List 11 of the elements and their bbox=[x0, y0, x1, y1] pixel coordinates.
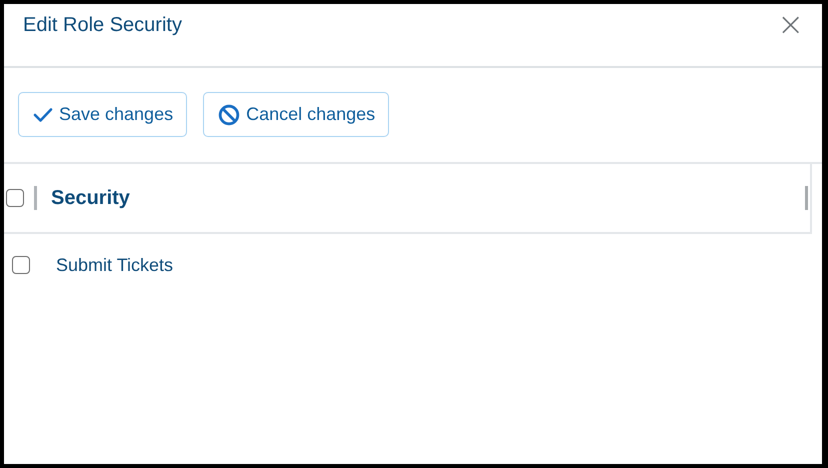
column-resize-handle[interactable] bbox=[805, 186, 808, 210]
table-cell: Submit Tickets bbox=[56, 254, 174, 276]
select-all-checkbox[interactable] bbox=[6, 189, 24, 207]
dialog-title: Edit Role Security bbox=[23, 14, 182, 36]
column-header[interactable]: Security bbox=[51, 186, 805, 210]
checkmark-icon bbox=[33, 106, 53, 122]
save-button[interactable]: Save changes bbox=[18, 92, 188, 137]
prohibited-icon bbox=[218, 104, 240, 126]
close-button[interactable]: × bbox=[777, 8, 804, 40]
row-checkbox[interactable] bbox=[12, 256, 30, 274]
cancel-button[interactable]: Cancel changes bbox=[203, 92, 390, 137]
